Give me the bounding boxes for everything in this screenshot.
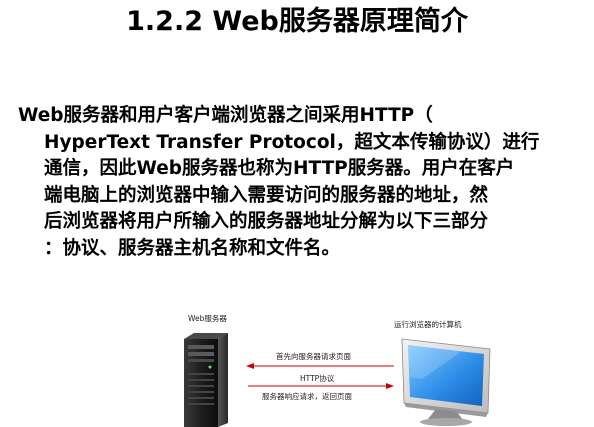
web-server-diagram: Web服务器 运行浏览器的计算机 首先向服务器请求页面 HTTP协议 服务器响应…	[172, 307, 502, 427]
intro-paragraph: Web服务器和用户客户端浏览器之间采用HTTP（ HyperText Trans…	[18, 103, 586, 262]
paragraph-line: 通信，因此Web服务器也称为HTTP服务器。用户在客户	[44, 158, 515, 179]
server-tower-icon	[184, 333, 228, 427]
request-arrow	[246, 363, 394, 369]
response-arrow	[248, 383, 394, 389]
server-label: Web服务器	[188, 313, 227, 323]
page-title: 1.2.2 Web服务器原理简介	[126, 6, 468, 37]
response-label: 服务器响应请求，返回页面	[262, 391, 352, 401]
protocol-label: HTTP协议	[300, 373, 335, 383]
paragraph-line: 端电脑上的浏览器中输入需要访问的服务器的地址，然	[44, 184, 489, 206]
paragraph-line: 后浏览器将用户所输入的服务器地址分解为以下三部分	[44, 211, 489, 232]
request-label: 首先向服务器请求页面	[276, 351, 351, 361]
computer-monitor-icon	[401, 338, 491, 426]
paragraph-line: HyperText Transfer Protocol，超文本传输协议）进行	[44, 131, 540, 153]
paragraph-line: Web服务器和用户客户端浏览器之间采用HTTP（	[18, 105, 433, 126]
paragraph-line: ：协议、服务器主机名称和文件名。	[44, 237, 341, 259]
client-label: 运行浏览器的计算机	[394, 319, 462, 329]
